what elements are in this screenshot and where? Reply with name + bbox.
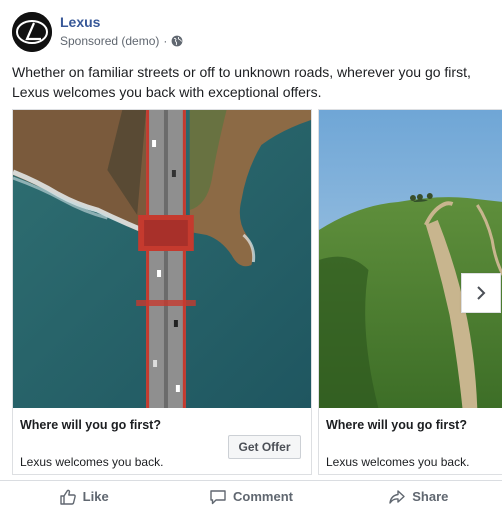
card-body: Where will you go first? Get Offer Lexus… bbox=[13, 408, 311, 476]
share-label: Share bbox=[412, 489, 449, 504]
green-hills-image[interactable] bbox=[319, 110, 502, 408]
thumbs-up-icon bbox=[59, 489, 76, 505]
carousel-card[interactable]: Where will you go first? Get Offer Lexus… bbox=[12, 109, 312, 475]
like-button[interactable]: Like bbox=[0, 481, 167, 512]
share-icon bbox=[389, 489, 405, 504]
like-label: Like bbox=[82, 489, 109, 504]
get-offer-button[interactable]: Get Offer bbox=[228, 435, 301, 459]
card-subtitle: Lexus welcomes you back. bbox=[326, 455, 470, 469]
comment-button[interactable]: Comment bbox=[167, 481, 334, 512]
lexus-logo-icon[interactable] bbox=[12, 12, 52, 52]
card-title: Where will you go first? bbox=[20, 418, 161, 432]
sponsored-post: Lexus Sponsored (demo) · Whether on fami… bbox=[0, 0, 502, 514]
post-actions: Like Comment Share bbox=[0, 480, 502, 512]
sponsored-row: Sponsored (demo) · bbox=[60, 34, 183, 48]
card-title: Where will you go first? bbox=[326, 418, 467, 432]
card-subtitle: Lexus welcomes you back. bbox=[20, 455, 164, 469]
chevron-right-icon bbox=[477, 286, 486, 300]
share-button[interactable]: Share bbox=[335, 481, 502, 512]
comment-label: Comment bbox=[233, 489, 293, 504]
card-body: Where will you go first? Lexus welcomes … bbox=[319, 408, 502, 476]
carousel: Where will you go first? Get Offer Lexus… bbox=[12, 109, 502, 476]
sponsored-label[interactable]: Sponsored (demo) bbox=[60, 34, 159, 48]
comment-icon bbox=[210, 489, 226, 504]
globe-icon bbox=[171, 35, 183, 47]
separator-dot: · bbox=[163, 34, 168, 48]
golden-gate-bridge-image[interactable] bbox=[13, 110, 311, 408]
page-name-link[interactable]: Lexus bbox=[60, 14, 100, 30]
post-caption: Whether on familiar streets or off to un… bbox=[12, 64, 471, 100]
carousel-next-button[interactable] bbox=[461, 273, 501, 313]
